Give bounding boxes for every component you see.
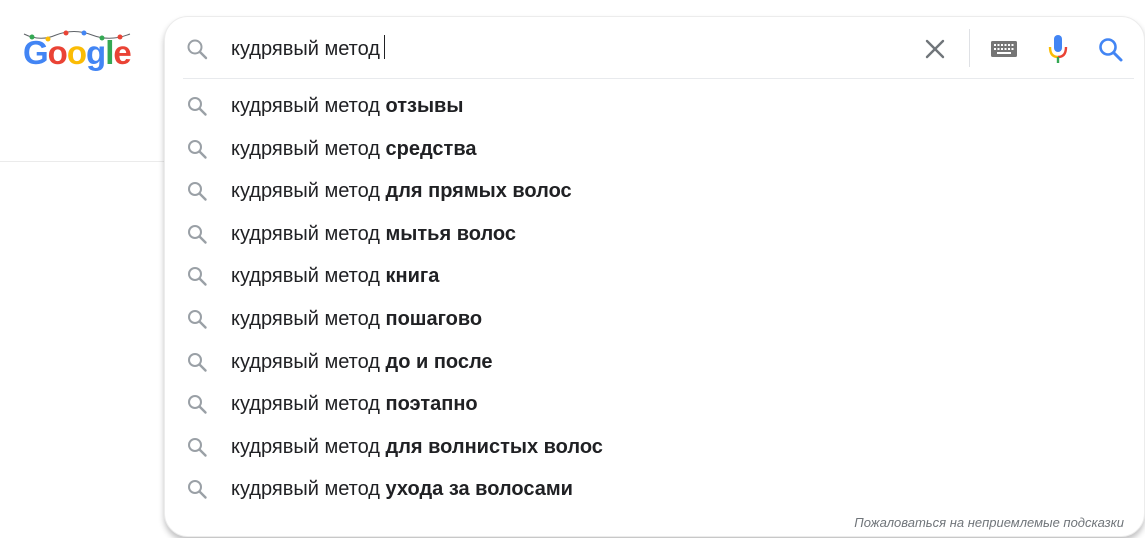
suggestion-text: кудрявый метод для волнистых волос — [231, 435, 603, 459]
search-icon — [188, 139, 207, 159]
suggestion-completion: ухода за волосами — [385, 478, 573, 501]
suggestion-completion: до и после — [385, 350, 493, 373]
search-panel: кудрявый метод кудрявый метод отзывы куд… — [164, 16, 1145, 537]
suggestion-prefix: кудрявый метод — [231, 180, 386, 203]
suggestion-prefix: кудрявый метод — [231, 350, 386, 373]
suggestion-completion: пошагово — [385, 307, 483, 330]
suggestion-text: кудрявый метод средства — [231, 137, 476, 161]
search-icon — [188, 352, 207, 372]
search-icon — [188, 267, 207, 287]
keyboard-icon[interactable] — [990, 39, 1018, 59]
suggestion-completion: отзывы — [385, 95, 464, 117]
suggestion-list: кудрявый метод отзывы кудрявый метод сре… — [165, 85, 1144, 511]
search-icon — [188, 182, 207, 201]
suggestion-text: кудрявый метод ухода за волосами — [231, 477, 573, 501]
suggestion-item[interactable]: кудрявый метод ухода за волосами — [165, 468, 1144, 511]
suggestion-item[interactable]: кудрявый метод до и после — [165, 341, 1144, 384]
suggestion-prefix: кудрявый метод — [231, 137, 386, 160]
suggestion-text: кудрявый метод книга — [231, 264, 439, 288]
suggestion-completion: для прямых волос — [385, 180, 572, 203]
suggestion-prefix: кудрявый метод — [231, 307, 386, 330]
microphone-icon[interactable] — [1046, 33, 1070, 65]
suggestion-item[interactable]: кудрявый метод средства — [165, 128, 1144, 171]
search-icon — [188, 224, 207, 244]
suggestion-prefix: кудрявый метод — [231, 393, 386, 416]
suggestion-item[interactable]: кудрявый метод мытья волос — [165, 213, 1144, 256]
google-logo[interactable]: Google — [22, 28, 134, 72]
suggestion-text: кудрявый метод отзывы — [231, 94, 463, 118]
search-bar-divider — [969, 29, 970, 67]
suggestion-completion: средства — [385, 137, 477, 160]
search-icon — [188, 480, 207, 500]
suggestion-item[interactable]: кудрявый метод отзывы — [165, 85, 1144, 128]
search-icon — [188, 437, 207, 457]
search-icon — [187, 39, 208, 60]
suggestion-text: кудрявый метод для прямых волос — [231, 179, 572, 203]
suggestion-text: кудрявый метод поэтапно — [231, 392, 478, 416]
suggestion-item[interactable]: кудрявый метод поэтапно — [165, 383, 1144, 426]
search-input[interactable]: кудрявый метод — [231, 35, 385, 63]
svg-text:Google: Google — [23, 34, 131, 71]
suggestion-prefix: кудрявый метод — [231, 435, 386, 458]
suggestion-item[interactable]: кудрявый метод пошагово — [165, 298, 1144, 341]
suggestion-text: кудрявый метод мытья волос — [231, 222, 516, 246]
text-caret — [383, 35, 385, 59]
suggestion-text: кудрявый метод пошагово — [231, 307, 482, 331]
suggestion-prefix: кудрявый метод — [231, 222, 386, 245]
suggestion-completion: для волнистых волос — [385, 435, 603, 458]
search-icon — [188, 395, 207, 414]
suggestion-item[interactable]: кудрявый метод книга — [165, 255, 1144, 298]
close-icon[interactable] — [922, 36, 948, 62]
suggestion-prefix: кудрявый метод — [231, 95, 386, 117]
suggestion-prefix: кудрявый метод — [231, 478, 386, 501]
search-bar[interactable]: кудрявый метод — [165, 17, 1144, 79]
suggestion-text: кудрявый метод до и после — [231, 350, 493, 374]
search-input-value: кудрявый метод — [231, 38, 380, 60]
search-icon — [188, 309, 207, 329]
suggestions-separator — [183, 78, 1134, 79]
report-suggestions-link[interactable]: Пожаловаться на неприемлемые подсказки — [854, 515, 1124, 530]
suggestion-completion: мытья волос — [385, 222, 516, 245]
suggestion-item[interactable]: кудрявый метод для волнистых волос — [165, 426, 1144, 469]
suggestion-prefix: кудрявый метод — [231, 265, 386, 288]
search-icon — [188, 97, 207, 116]
search-icon[interactable] — [1097, 36, 1124, 63]
suggestion-completion: книга — [385, 265, 440, 288]
suggestion-completion: поэтапно — [385, 393, 478, 416]
suggestion-item[interactable]: кудрявый метод для прямых волос — [165, 170, 1144, 213]
